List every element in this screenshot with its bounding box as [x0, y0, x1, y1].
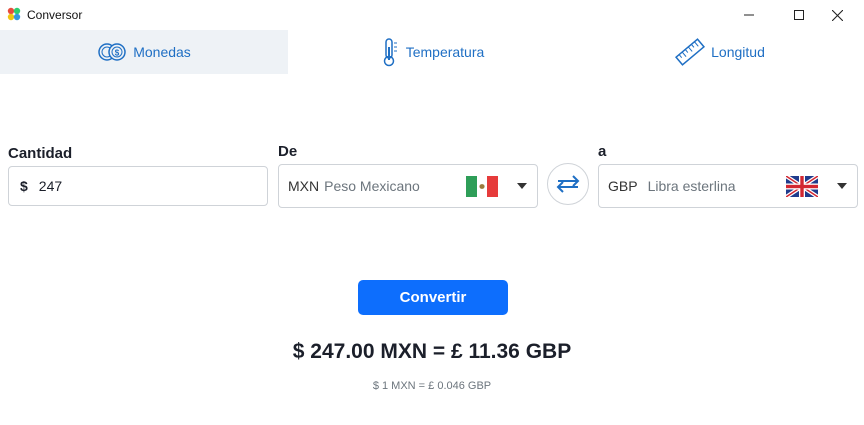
app-icon	[7, 7, 21, 21]
tab-temperatura[interactable]: Temperatura	[288, 30, 576, 74]
tab-label: Temperatura	[405, 44, 485, 60]
from-currency-select[interactable]: MXN Peso Mexicano	[278, 164, 538, 208]
tab-bar: $ Monedas Temperatura Longitud	[0, 30, 864, 74]
from-currency-name: Peso Mexicano	[324, 178, 420, 194]
swap-button[interactable]	[547, 163, 589, 205]
uk-flag-icon	[786, 176, 818, 197]
close-icon	[831, 9, 843, 21]
convert-button[interactable]: Convertir	[358, 280, 508, 315]
close-button[interactable]	[814, 0, 860, 30]
to-label: a	[598, 143, 607, 160]
swap-icon	[556, 175, 580, 193]
chevron-down-icon	[837, 183, 847, 189]
to-currency-code: GBP	[608, 178, 638, 194]
tab-monedas[interactable]: $ Monedas	[0, 30, 288, 74]
ruler-icon	[675, 38, 706, 66]
svg-text:$: $	[115, 49, 120, 58]
thermometer-icon	[383, 38, 397, 67]
coins-icon: $	[98, 43, 126, 61]
from-label: De	[278, 143, 298, 160]
amount-value: 247	[38, 178, 63, 194]
minimize-icon	[744, 14, 754, 16]
window-title: Conversor	[27, 8, 83, 22]
conversion-result: $ 247.00 MXN = £ 11.36 GBP	[292, 340, 572, 363]
tab-label: Longitud	[711, 44, 765, 60]
minimize-button[interactable]	[726, 0, 772, 30]
tab-label: Monedas	[133, 44, 191, 60]
currency-symbol: $	[20, 178, 28, 194]
amount-input[interactable]: $ 247	[8, 166, 268, 206]
to-currency-select[interactable]: GBP Libra esterlina	[598, 164, 858, 208]
to-currency-name: Libra esterlina	[647, 178, 736, 194]
chevron-down-icon	[517, 183, 527, 189]
maximize-icon	[794, 10, 804, 20]
amount-label: Cantidad	[8, 145, 73, 162]
tab-longitud[interactable]: Longitud	[576, 30, 864, 74]
exchange-rate: $ 1 MXN = £ 0.046 GBP	[372, 380, 492, 392]
title-bar: Conversor	[0, 0, 864, 30]
mexico-flag-icon	[466, 176, 498, 197]
from-currency-code: MXN	[288, 178, 320, 194]
